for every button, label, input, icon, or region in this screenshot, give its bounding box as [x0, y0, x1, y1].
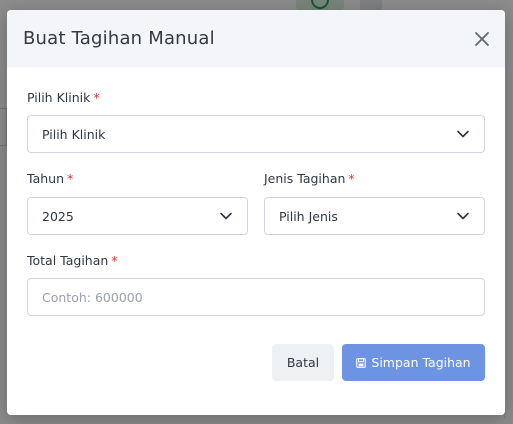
modal-title: Buat Tagihan Manual — [23, 28, 215, 49]
save-button[interactable]: Simpan Tagihan — [342, 344, 485, 381]
jenis-label: Jenis Tagihan * — [264, 171, 355, 186]
modal-header: Buat Tagihan Manual — [7, 10, 505, 67]
cancel-button-label: Batal — [286, 355, 320, 370]
required-mark: * — [93, 90, 100, 105]
chevron-down-icon — [457, 212, 469, 220]
save-icon — [356, 357, 367, 368]
klinik-label: Pilih Klinik * — [27, 90, 100, 105]
klinik-label-text: Pilih Klinik — [27, 90, 91, 105]
required-mark: * — [111, 253, 118, 268]
total-label-text: Total Tagihan — [27, 253, 109, 268]
jenis-select[interactable]: Pilih Jenis — [264, 197, 485, 235]
tahun-label: Tahun * — [27, 171, 73, 186]
close-icon — [475, 32, 489, 46]
tahun-label-text: Tahun — [27, 171, 64, 186]
save-button-label: Simpan Tagihan — [371, 355, 471, 370]
total-field — [27, 278, 485, 316]
tahun-select[interactable]: 2025 — [27, 197, 248, 235]
required-mark: * — [348, 171, 355, 186]
jenis-select-value: Pilih Jenis — [279, 208, 338, 224]
jenis-label-text: Jenis Tagihan — [264, 171, 346, 186]
total-input[interactable] — [42, 289, 470, 305]
cancel-button[interactable]: Batal — [272, 344, 334, 381]
chevron-down-icon — [457, 130, 469, 138]
chevron-down-icon — [220, 212, 232, 220]
close-button[interactable] — [473, 30, 491, 48]
tahun-select-value: 2025 — [42, 208, 74, 224]
klinik-select[interactable]: Pilih Klinik — [27, 115, 485, 153]
required-mark: * — [67, 171, 74, 186]
create-invoice-modal: Buat Tagihan Manual Pilih Klinik * Pilih … — [7, 10, 505, 415]
total-label: Total Tagihan * — [27, 253, 118, 268]
klinik-select-value: Pilih Klinik — [42, 126, 106, 142]
